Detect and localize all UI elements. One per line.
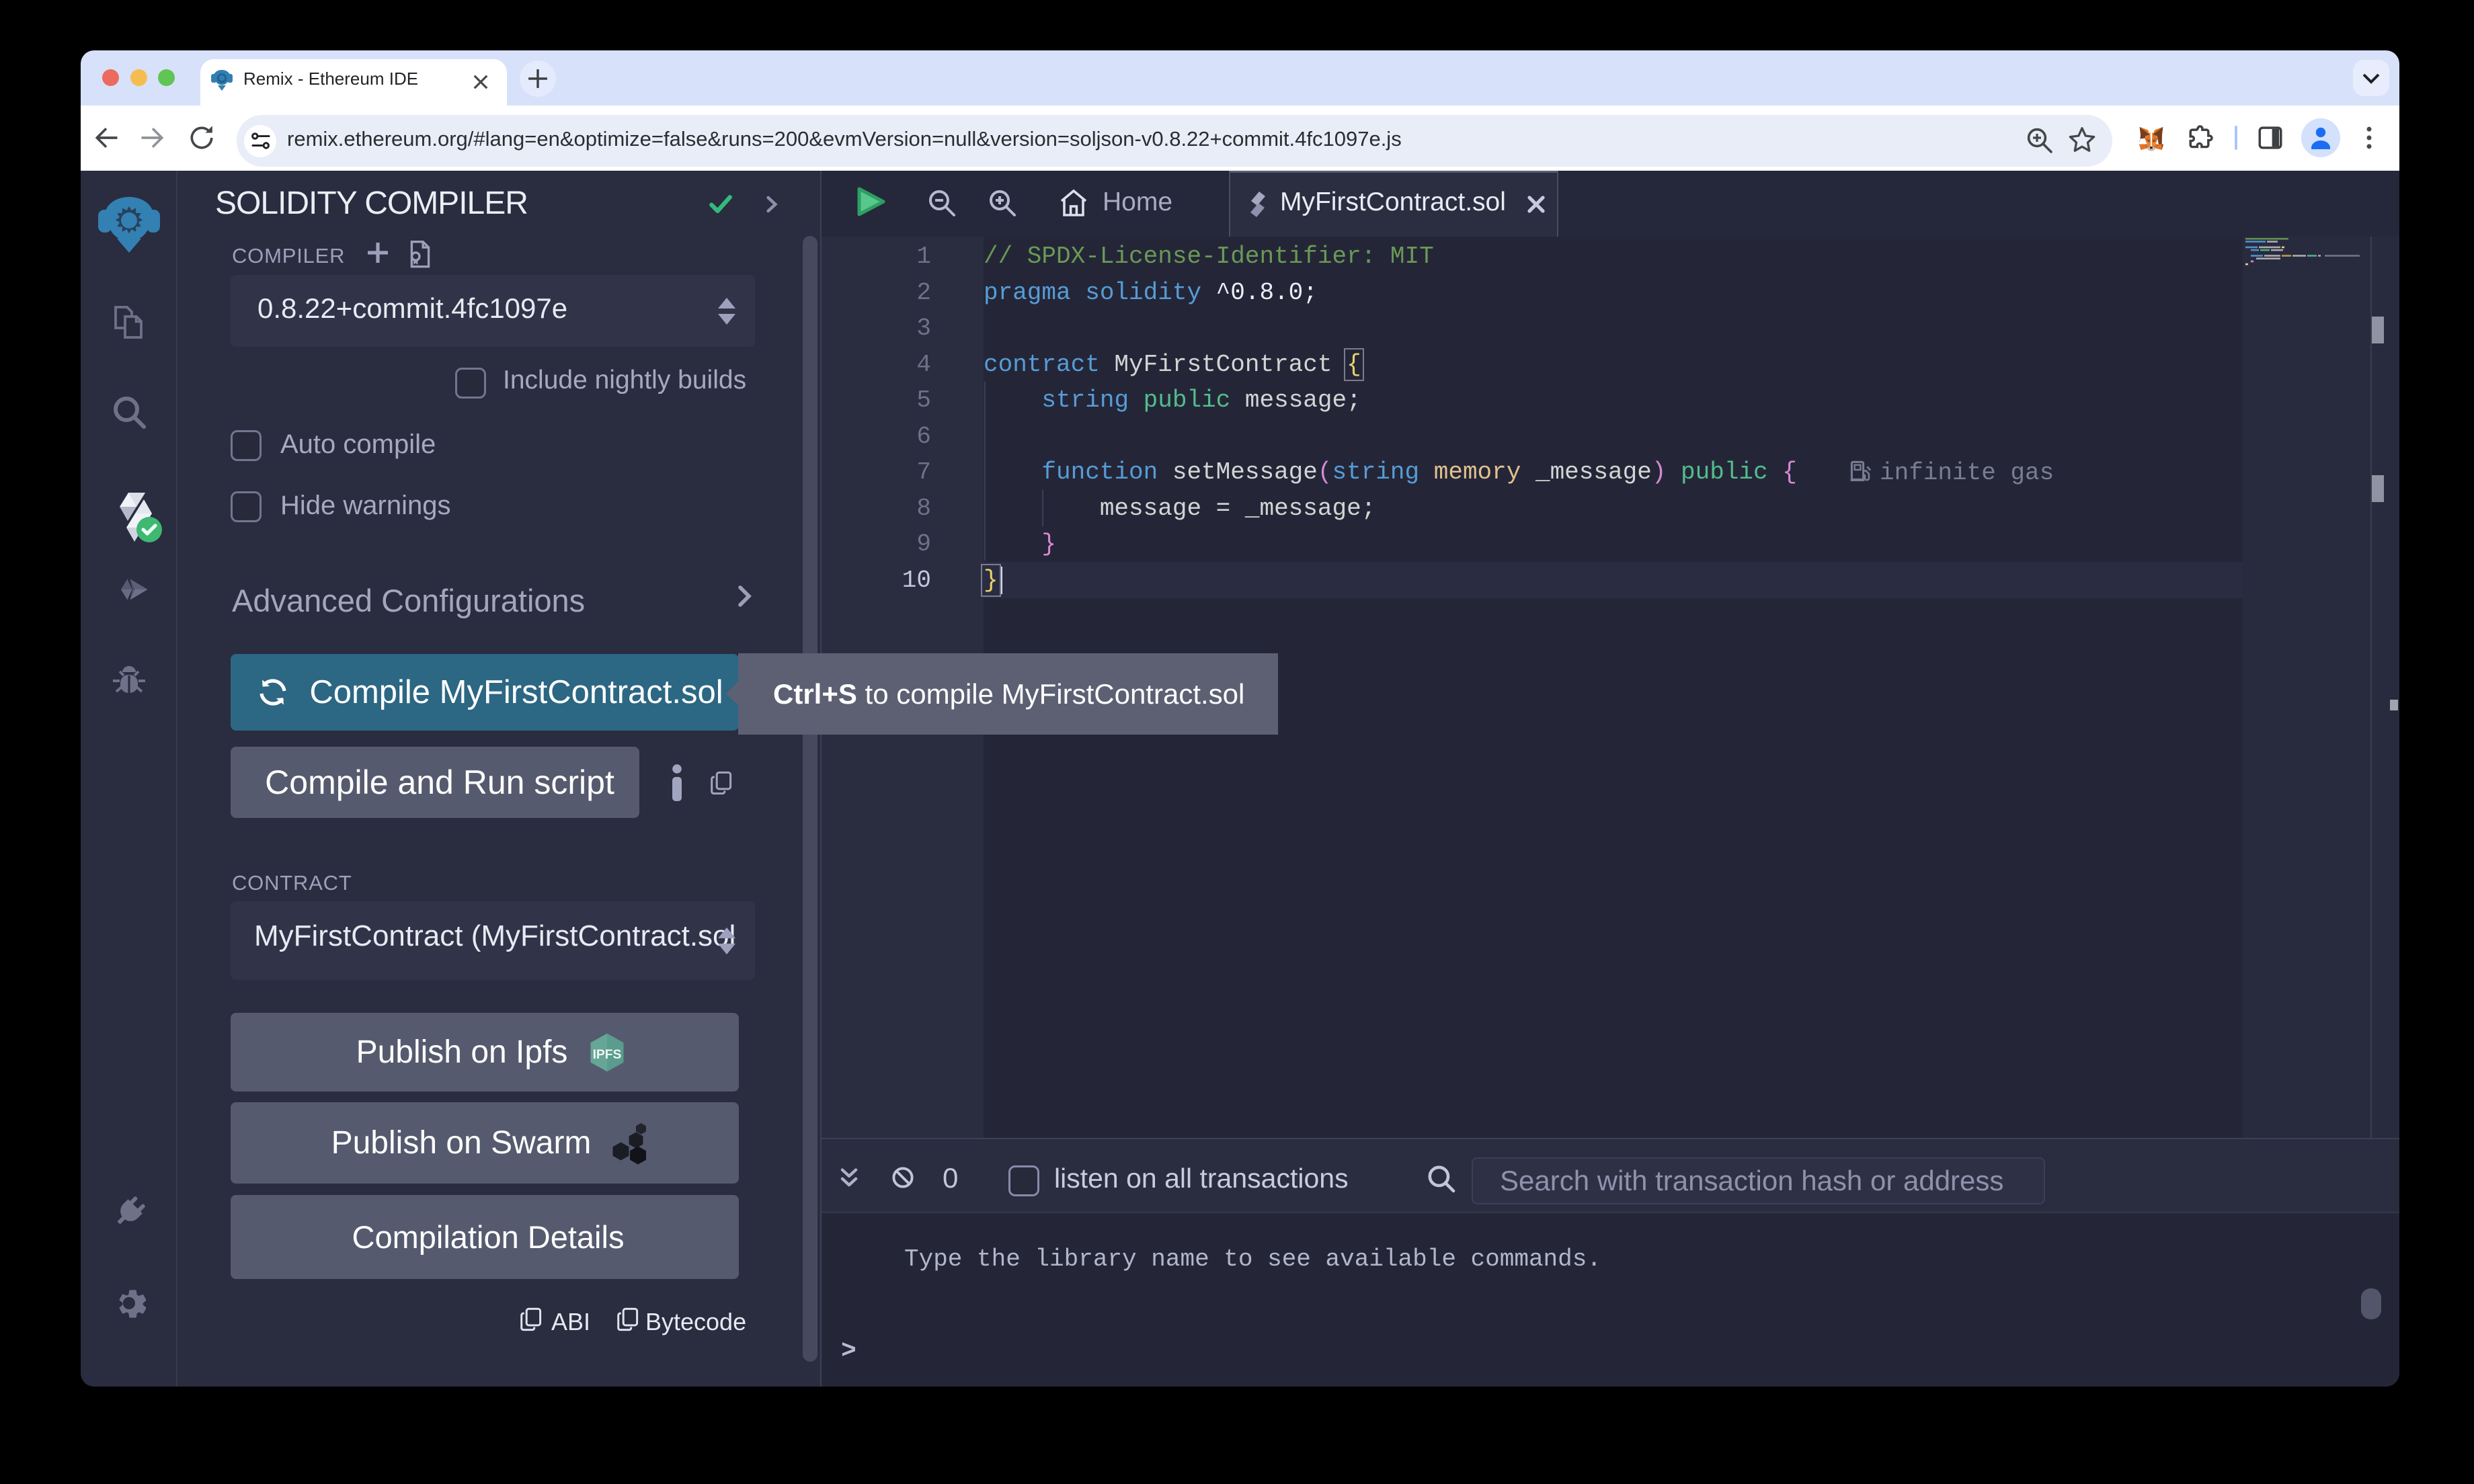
svg-text:IPFS: IPFS xyxy=(593,1048,622,1062)
